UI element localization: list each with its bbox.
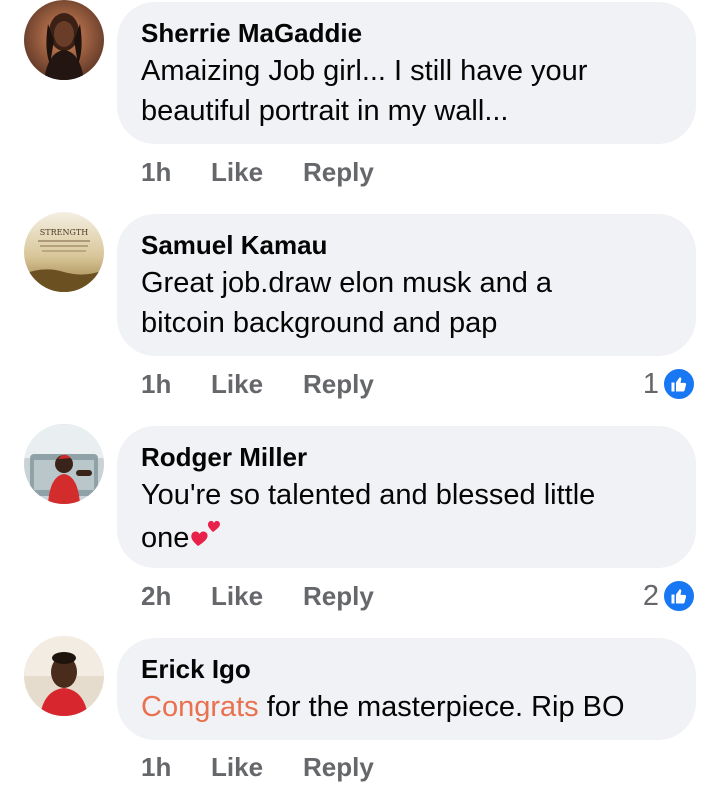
avatar[interactable]: [24, 0, 104, 80]
thumbs-up-icon: [662, 579, 696, 613]
comment-text-word: one: [141, 522, 190, 554]
like-button[interactable]: Like: [211, 155, 263, 189]
avatar[interactable]: [24, 424, 104, 504]
like-button[interactable]: Like: [211, 579, 263, 613]
two-hearts-icon: [189, 515, 225, 562]
comment-author[interactable]: Rodger Miller: [141, 440, 672, 474]
comment-author[interactable]: Sherrie MaGaddie: [141, 16, 672, 50]
thumbs-up-icon: [662, 367, 696, 401]
like-button[interactable]: Like: [211, 367, 263, 401]
avatar[interactable]: [24, 636, 104, 716]
comment-text-line: beautiful portrait in my wall...: [141, 95, 509, 127]
comment-bubble: Rodger Miller You're so talented and ble…: [117, 426, 696, 568]
comment-text-rest: for the masterpiece. Rip BO: [258, 691, 625, 723]
reaction-count: 2: [642, 580, 659, 612]
reaction-summary[interactable]: 2: [643, 579, 696, 613]
like-button[interactable]: Like: [211, 750, 263, 784]
avatar[interactable]: STRENGTH: [24, 212, 104, 292]
comment-author[interactable]: Erick Igo: [141, 652, 672, 686]
comment-text-line: Amaizing Job girl... I still have your: [141, 55, 588, 87]
comment-text-line: Great job.draw elon musk and a: [141, 267, 553, 299]
avatar-text: STRENGTH: [40, 228, 88, 237]
comment-bubble: Erick Igo Congrats for the masterpiece. …: [117, 638, 696, 740]
comment-timestamp[interactable]: 1h: [141, 367, 171, 401]
comment-timestamp[interactable]: 1h: [141, 750, 171, 784]
comment-author[interactable]: Samuel Kamau: [141, 228, 672, 262]
comment-text: Congrats for the masterpiece. Rip BO: [141, 687, 672, 727]
highlighted-word: Congrats: [141, 691, 259, 723]
reply-button[interactable]: Reply: [303, 155, 374, 189]
reaction-summary[interactable]: 1: [643, 367, 696, 401]
comment-bubble: Sherrie MaGaddie Amaizing Job girl... I …: [117, 2, 696, 144]
comment-text: Great job.draw elon musk and a bitcoin b…: [141, 263, 672, 343]
comment-text-line: bitcoin background and pap: [141, 307, 498, 339]
comment-text: You're so talented and blessed little on…: [141, 475, 672, 562]
reply-button[interactable]: Reply: [303, 367, 374, 401]
reply-button[interactable]: Reply: [303, 579, 374, 613]
reaction-count: 1: [642, 368, 659, 400]
comment-timestamp[interactable]: 1h: [141, 155, 171, 189]
comment-text-line: one: [141, 515, 672, 562]
reply-button[interactable]: Reply: [303, 750, 374, 784]
comment-text: Amaizing Job girl... I still have your b…: [141, 51, 672, 131]
comment-timestamp[interactable]: 2h: [141, 579, 171, 613]
comment-bubble: Samuel Kamau Great job.draw elon musk an…: [117, 214, 696, 356]
comment-text-line: You're so talented and blessed little: [141, 479, 596, 511]
